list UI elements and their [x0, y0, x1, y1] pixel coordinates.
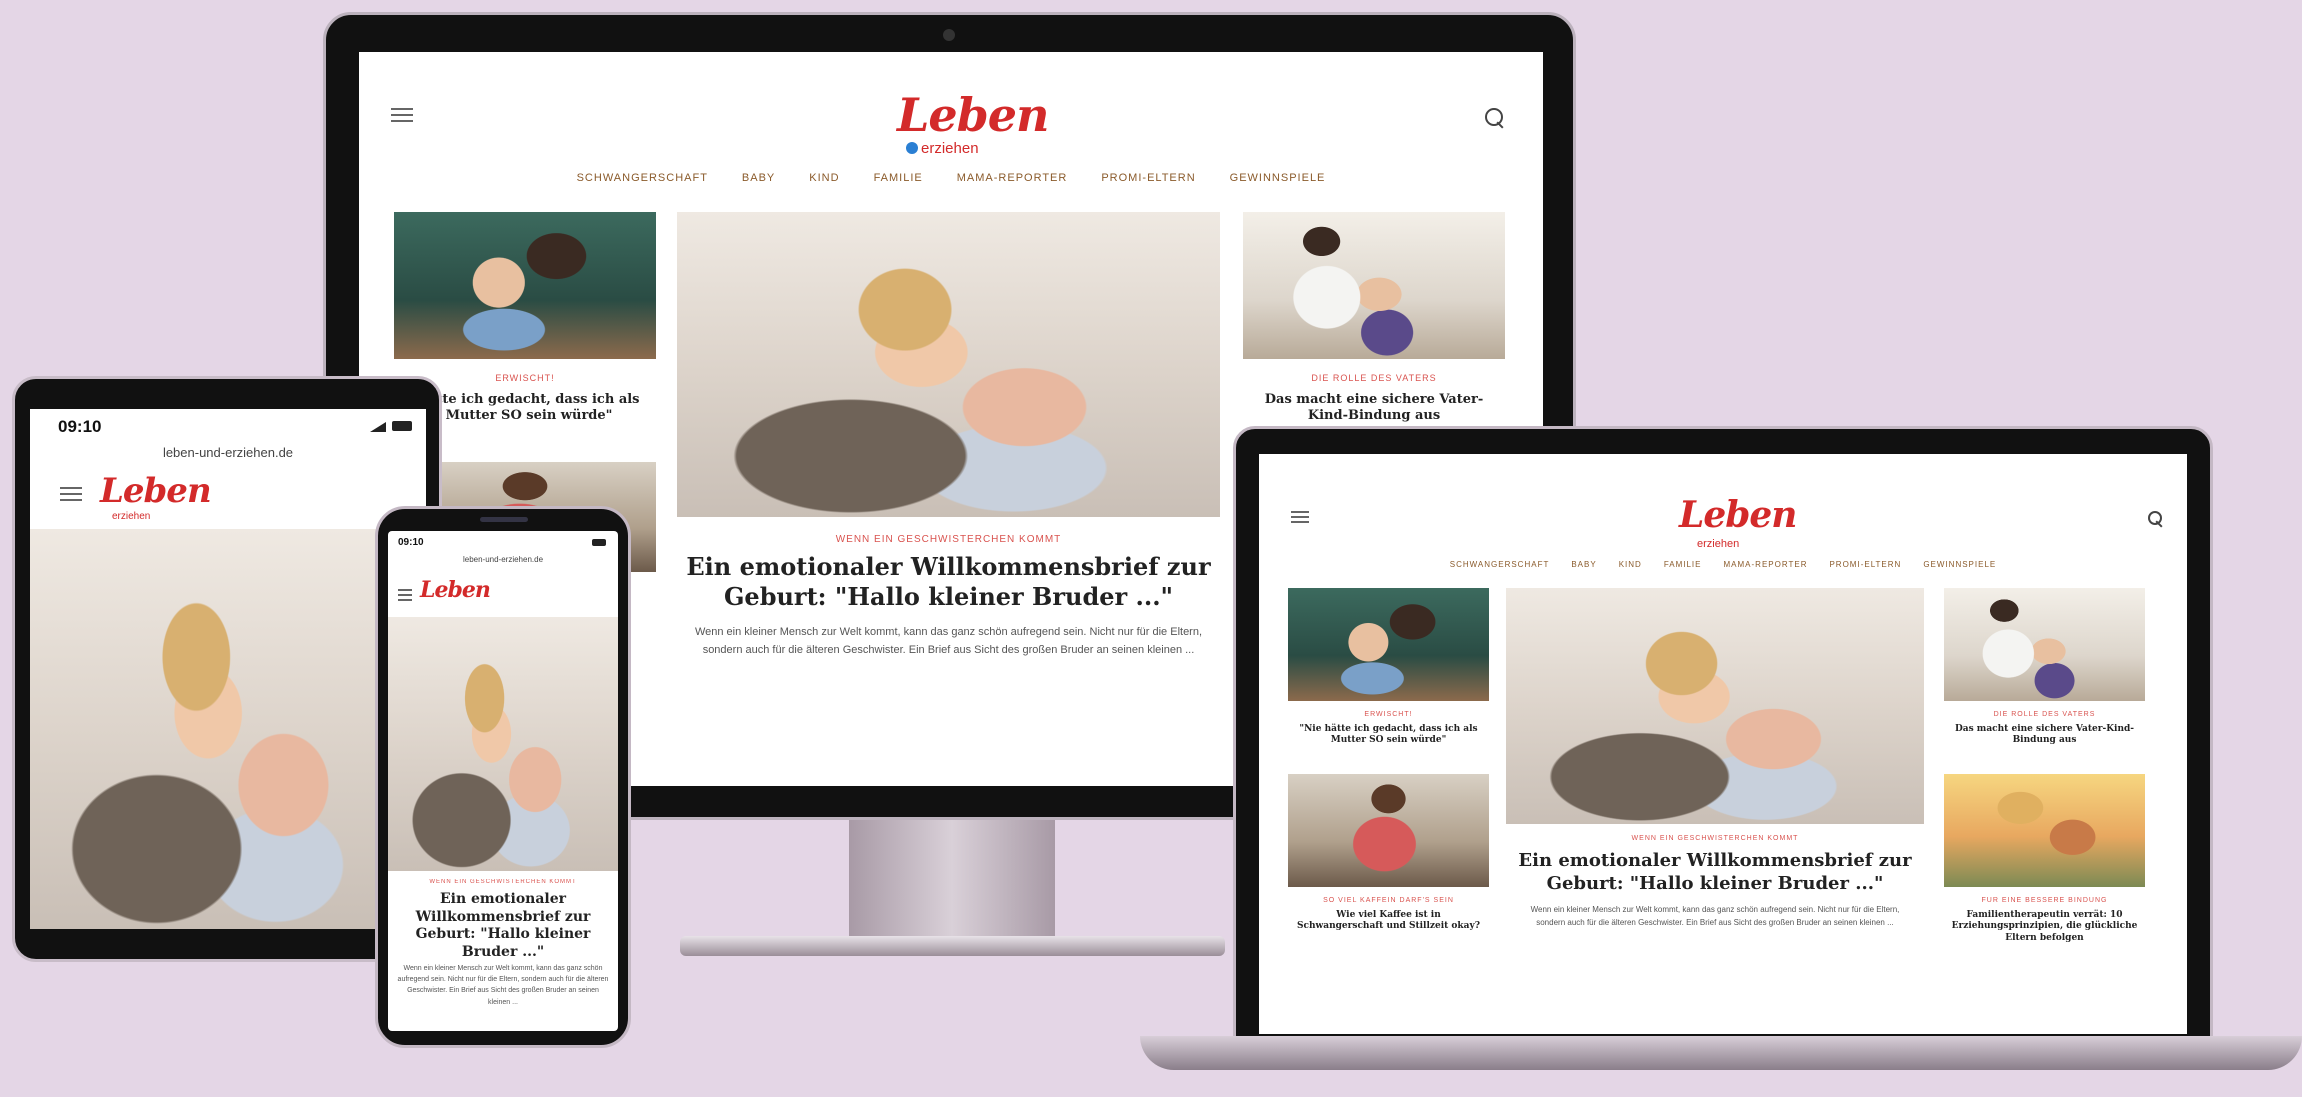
- hero-title[interactable]: Ein emotionaler Willkommensbrief zur Geb…: [398, 891, 608, 961]
- nav-item-mama-reporter[interactable]: MAMA-REPORTER: [957, 172, 1068, 184]
- hero-kicker: WENN EIN GESCHWISTERCHEN KOMMT: [429, 879, 577, 885]
- card-image-mom[interactable]: [394, 212, 656, 359]
- hero-image[interactable]: [388, 617, 618, 871]
- battery-icon: [592, 539, 606, 546]
- monitor-neck: [849, 820, 1055, 942]
- monitor-base: [680, 936, 1225, 956]
- hero-description: Wenn ein kleiner Mensch zur Welt kommt, …: [1530, 905, 1900, 927]
- nav-item-promi-eltern[interactable]: PROMI-ELTERN: [1101, 172, 1195, 184]
- logo-subtitle: erziehen: [1697, 538, 1740, 550]
- url-bar[interactable]: leben-und-erziehen.de: [388, 555, 618, 564]
- menu-icon[interactable]: [60, 487, 82, 505]
- main-nav: SCHWANGERSCHAFT BABY KIND FAMILIE MAMA-R…: [1259, 560, 2187, 569]
- hero-kicker: WENN EIN GESCHWISTERCHEN KOMMT: [835, 534, 1062, 545]
- status-time: 09:10: [398, 537, 424, 548]
- main-nav: SCHWANGERSCHAFT BABY KIND FAMILIE MAMA-R…: [359, 172, 1543, 184]
- card-title[interactable]: Wie viel Kaffee ist in Schwangerschaft u…: [1293, 910, 1484, 933]
- logo-subtitle: erziehen: [921, 140, 979, 157]
- card-image-coffee[interactable]: [1288, 774, 1489, 887]
- nav-item-baby[interactable]: BABY: [742, 172, 775, 184]
- tablet-screen: 09:10 leben-und-erziehen.de Leben erzieh…: [30, 409, 426, 929]
- card-kicker: FÜR EINE BESSERE BINDUNG: [1981, 897, 2108, 904]
- site-logo[interactable]: Leben: [897, 88, 1049, 142]
- card-image-dad[interactable]: [1944, 588, 2145, 701]
- hero-image[interactable]: [30, 529, 426, 929]
- laptop-screen: Leben erziehen SCHWANGERSCHAFT BABY KIND…: [1259, 454, 2187, 1034]
- nav-item-kind[interactable]: KIND: [809, 172, 839, 184]
- phone-device: 09:10 leben-und-erziehen.de Leben WENN E…: [375, 506, 631, 1048]
- nav-item-schwangerschaft[interactable]: SCHWANGERSCHAFT: [577, 172, 708, 184]
- signal-icon: [370, 422, 386, 432]
- search-icon[interactable]: [1485, 108, 1503, 126]
- logo-dot-icon: [906, 142, 918, 154]
- battery-icon: [392, 421, 412, 431]
- search-icon[interactable]: [2148, 511, 2162, 525]
- phone-screen: 09:10 leben-und-erziehen.de Leben WENN E…: [388, 531, 618, 1031]
- nav-item-kind[interactable]: KIND: [1619, 560, 1642, 569]
- nav-item-familie[interactable]: FAMILIE: [1664, 560, 1702, 569]
- card-title[interactable]: "Nie hätte ich gedacht, dass ich als Mut…: [1293, 724, 1484, 747]
- site-logo[interactable]: Leben: [100, 471, 212, 511]
- nav-item-baby[interactable]: BABY: [1571, 560, 1596, 569]
- url-bar[interactable]: leben-und-erziehen.de: [30, 445, 426, 460]
- card-kicker: SO VIEL KAFFEIN DARF'S SEIN: [1323, 897, 1454, 904]
- card-kicker: DIE ROLLE DES VATERS: [1993, 711, 2096, 718]
- card-image-hug[interactable]: [1944, 774, 2145, 887]
- logo-subtitle: erziehen: [112, 511, 151, 522]
- card-kicker: DIE ROLLE DES VATERS: [1311, 373, 1437, 383]
- card-title[interactable]: Familientherapeutin verrät: 10 Erziehung…: [1949, 910, 2140, 944]
- card-kicker: ERWISCHT!: [1364, 711, 1413, 718]
- hero-description: Wenn ein kleiner Mensch zur Welt kommt, …: [397, 965, 609, 1006]
- menu-icon[interactable]: [391, 108, 413, 126]
- nav-item-familie[interactable]: FAMILIE: [874, 172, 923, 184]
- nav-item-gewinnspiele[interactable]: GEWINNSPIELE: [1230, 172, 1326, 184]
- status-time: 09:10: [58, 417, 102, 436]
- hero-description: Wenn ein kleiner Mensch zur Welt kommt, …: [694, 626, 1203, 656]
- hero-image[interactable]: [1506, 588, 1924, 824]
- card-title[interactable]: Das macht eine sichere Vater-Kind-Bindun…: [1253, 392, 1495, 425]
- nav-item-promi-eltern[interactable]: PROMI-ELTERN: [1829, 560, 1901, 569]
- hero-title[interactable]: Ein emotionaler Willkommensbrief zur Geb…: [1516, 850, 1914, 895]
- hero-title[interactable]: Ein emotionaler Willkommensbrief zur Geb…: [677, 552, 1220, 612]
- site-logo[interactable]: Leben: [420, 577, 491, 603]
- nav-item-gewinnspiele[interactable]: GEWINNSPIELE: [1923, 560, 1996, 569]
- card-image-mom[interactable]: [1288, 588, 1489, 701]
- menu-icon[interactable]: [1291, 511, 1309, 527]
- menu-icon[interactable]: [398, 589, 412, 605]
- card-image-dad[interactable]: [1243, 212, 1505, 359]
- hero-kicker: WENN EIN GESCHWISTERCHEN KOMMT: [1631, 835, 1799, 842]
- card-title[interactable]: Das macht eine sichere Vater-Kind-Bindun…: [1949, 724, 2140, 747]
- nav-item-mama-reporter[interactable]: MAMA-REPORTER: [1724, 560, 1808, 569]
- site-logo[interactable]: Leben: [1679, 494, 1797, 536]
- nav-item-schwangerschaft[interactable]: SCHWANGERSCHAFT: [1450, 560, 1550, 569]
- monitor-camera: [943, 29, 955, 41]
- phone-speaker: [480, 517, 528, 522]
- laptop-base: [1140, 1036, 2302, 1070]
- hero-image[interactable]: [677, 212, 1220, 517]
- laptop-device: Leben erziehen SCHWANGERSCHAFT BABY KIND…: [1233, 426, 2213, 1040]
